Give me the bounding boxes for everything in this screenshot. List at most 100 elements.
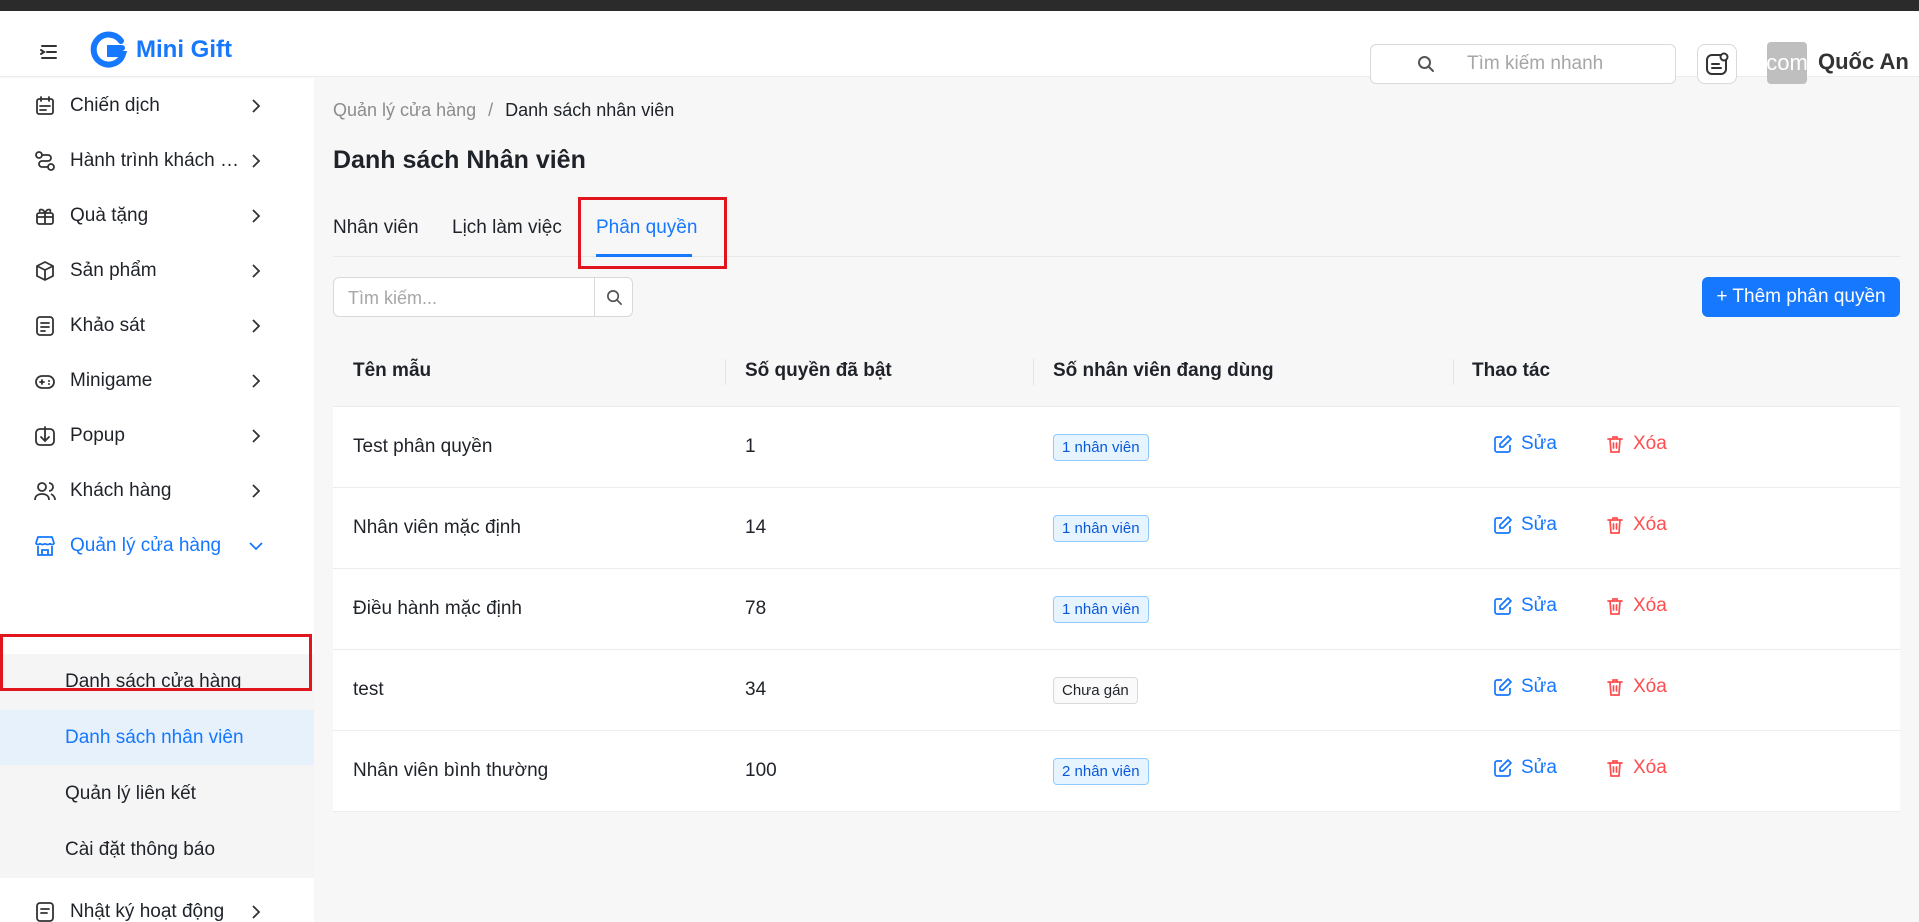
campaign-icon — [33, 94, 57, 118]
sidebar-item-label: Hành trình khách hàng — [70, 149, 242, 171]
sidebar-item-label: Quản lý cửa hàng — [70, 534, 222, 556]
cell-template-name: Nhân viên bình thường — [353, 760, 549, 781]
sidebar-item-customer-journey[interactable]: Hành trình khách hàng — [0, 133, 314, 188]
journey-icon — [33, 149, 57, 173]
delete-button[interactable]: Xóa — [1605, 757, 1667, 779]
trash-icon — [1607, 517, 1623, 534]
page-title: Danh sách Nhân viên — [333, 146, 586, 174]
edit-label: Sửa — [1521, 514, 1557, 535]
menu-toggle-icon[interactable] — [38, 42, 60, 62]
edit-icon — [1494, 678, 1512, 696]
window-top-strip — [0, 0, 1919, 11]
sidebar-item-gifts[interactable]: Quà tặng — [0, 188, 314, 243]
store-icon — [33, 534, 57, 558]
trash-icon — [1607, 760, 1623, 777]
app-header: Mini Gift com Quốc An — [0, 11, 1919, 84]
user-name[interactable]: Quốc An — [1818, 49, 1909, 75]
cell-enabled-count: 1 — [745, 436, 756, 457]
edit-button[interactable]: Sửa — [1493, 514, 1557, 536]
cell-enabled-count: 14 — [745, 517, 767, 538]
delete-button[interactable]: Xóa — [1605, 595, 1667, 617]
edit-button[interactable]: Sửa — [1493, 595, 1557, 617]
sidebar-item-label: Khảo sát — [70, 314, 145, 336]
trash-icon — [1607, 679, 1623, 696]
edit-label: Sửa — [1521, 676, 1557, 697]
brand[interactable]: Mini Gift — [88, 30, 232, 70]
quick-search-input[interactable] — [1467, 52, 1667, 76]
column-divider — [1033, 359, 1034, 385]
sidebar-item-surveys[interactable]: Khảo sát — [0, 298, 314, 353]
active-tab-indicator — [596, 254, 692, 257]
chevron-right-icon — [252, 98, 261, 113]
breadcrumb-parent-link[interactable]: Quản lý cửa hàng — [333, 100, 476, 121]
edit-label: Sửa — [1521, 757, 1557, 778]
submenu-item-label: Quản lý liên kết — [65, 783, 196, 804]
usage-badge: 2 nhân viên — [1053, 758, 1149, 785]
submenu-item-store-list[interactable]: Danh sách cửa hàng — [0, 654, 314, 709]
table-row: Test phân quyền 1 1 nhân viên Sửa Xóa — [333, 407, 1900, 488]
breadcrumb-current: Danh sách nhân viên — [505, 100, 675, 120]
sidebar-item-minigame[interactable]: Minigame — [0, 353, 314, 408]
sidebar-item-popup[interactable]: Popup — [0, 408, 314, 463]
usage-badge: 1 nhân viên — [1053, 434, 1149, 461]
permission-search-input[interactable] — [348, 286, 578, 310]
delete-label: Xóa — [1633, 757, 1667, 778]
cell-enabled-count: 78 — [745, 598, 767, 619]
box-icon — [33, 259, 57, 283]
edit-label: Sửa — [1521, 433, 1557, 454]
sidebar-item-label: Quà tặng — [70, 204, 149, 226]
tab-permissions[interactable]: Phân quyền — [596, 217, 697, 239]
sidebar-item-label: Chiến dịch — [70, 94, 160, 116]
search-icon — [1418, 56, 1434, 72]
delete-button[interactable]: Xóa — [1605, 433, 1667, 455]
edit-label: Sửa — [1521, 595, 1557, 616]
quick-search-box[interactable] — [1370, 44, 1676, 84]
submenu-item-staff-list[interactable]: Danh sách nhân viên — [0, 710, 314, 765]
column-header-template-name: Tên mẫu — [353, 360, 432, 381]
search-button[interactable] — [594, 278, 632, 316]
brand-logo-icon — [90, 31, 128, 68]
cell-enabled-count: 34 — [745, 679, 767, 700]
cell-template-name: Nhân viên mặc định — [353, 517, 521, 538]
delete-button[interactable]: Xóa — [1605, 676, 1667, 698]
permissions-table: Tên mẫu Số quyền đã bật Số nhân viên đan… — [333, 338, 1900, 812]
delete-button[interactable]: Xóa — [1605, 514, 1667, 536]
chevron-right-icon — [252, 263, 261, 278]
edit-button[interactable]: Sửa — [1493, 676, 1557, 698]
column-header-actions: Thao tác — [1472, 360, 1551, 381]
sidebar-item-activity-log[interactable]: Nhật ký hoạt động — [0, 884, 314, 922]
chevron-right-icon — [252, 208, 261, 223]
edit-icon — [1494, 516, 1512, 534]
tab-staff[interactable]: Nhân viên — [333, 217, 419, 239]
usage-badge: 1 nhân viên — [1053, 515, 1149, 542]
sidebar-item-campaigns[interactable]: Chiến dịch — [0, 78, 314, 133]
submenu-item-link-management[interactable]: Quản lý liên kết — [0, 766, 314, 821]
log-icon — [33, 900, 57, 922]
cell-template-name: Điều hành mặc định — [353, 598, 522, 619]
sidebar-item-label: Popup — [70, 424, 125, 446]
survey-icon — [33, 314, 57, 338]
delete-label: Xóa — [1633, 595, 1667, 616]
notification-button[interactable] — [1697, 44, 1737, 84]
edit-button[interactable]: Sửa — [1493, 433, 1557, 455]
tab-work-schedule[interactable]: Lịch làm việc — [452, 217, 562, 239]
column-divider — [1453, 359, 1454, 385]
edit-button[interactable]: Sửa — [1493, 757, 1557, 779]
chevron-right-icon — [252, 373, 261, 388]
sidebar-item-store-management[interactable]: Quản lý cửa hàng — [0, 518, 314, 573]
chevron-down-icon — [249, 541, 263, 550]
cell-template-name: Test phân quyền — [353, 436, 493, 457]
brand-name: Mini Gift — [136, 36, 232, 63]
column-header-staff-count: Số nhân viên đang dùng — [1053, 360, 1274, 381]
sidebar: Chiến dịch Hành trình khách hàng Quà tặn… — [0, 78, 314, 922]
sidebar-item-customers[interactable]: Khách hàng — [0, 463, 314, 518]
column-header-enabled-permissions: Số quyền đã bật — [745, 360, 892, 381]
notification-icon — [1706, 52, 1729, 75]
trash-icon — [1607, 436, 1623, 453]
submenu-item-notification-settings[interactable]: Cài đặt thông báo — [0, 822, 314, 877]
add-permission-button[interactable]: + Thêm phân quyền — [1702, 277, 1900, 317]
table-row: Nhân viên bình thường 100 2 nhân viên Sử… — [333, 731, 1900, 812]
sidebar-item-products[interactable]: Sản phẩm — [0, 243, 314, 298]
avatar[interactable]: com — [1767, 42, 1807, 84]
breadcrumb: Quản lý cửa hàng / Danh sách nhân viên — [333, 100, 674, 121]
